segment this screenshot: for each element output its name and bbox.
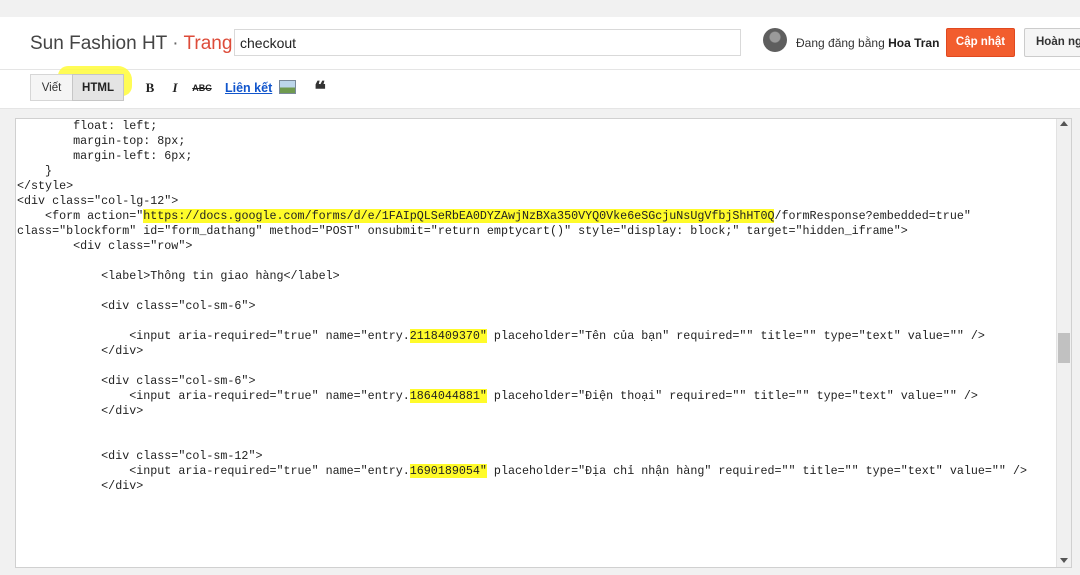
blog-name-text: Sun Fashion HT [30, 33, 167, 54]
code-text: <input aria-required="true" name="entry. [17, 464, 410, 478]
scroll-down-arrow-icon[interactable] [1060, 558, 1068, 563]
scroll-up-arrow-icon[interactable] [1060, 121, 1068, 126]
code-text: margin-left: 6px; [17, 149, 193, 163]
user-avatar[interactable] [763, 28, 787, 52]
code-line: </div> [17, 479, 143, 494]
code-line: <label>Thông tin giao hàng</label> [17, 269, 340, 284]
tab-html[interactable]: HTML [72, 74, 124, 101]
highlighted-code: 1690189054" [409, 464, 487, 478]
code-text: </div> [17, 479, 144, 493]
code-text: placeholder="Tên của bạn" required="" ti… [486, 329, 985, 343]
quote-icon[interactable]: ❝ [312, 79, 328, 101]
code-text: <div class="col-sm-6"> [17, 299, 256, 313]
code-line: <input aria-required="true" name="entry.… [17, 389, 978, 404]
code-line: margin-left: 6px; [17, 149, 192, 164]
code-text: <div class="row"> [17, 239, 193, 253]
code-line: <div class="col-lg-12"> [17, 194, 178, 209]
code-text: <form action=" [17, 209, 144, 223]
code-text: </div> [17, 344, 144, 358]
code-text: <div class="col-lg-12"> [17, 194, 179, 208]
code-text: <input aria-required="true" name="entry. [17, 389, 410, 403]
code-line: <input aria-required="true" name="entry.… [17, 329, 985, 344]
code-text: </div> [17, 404, 144, 418]
code-text: class="blockform" id="form_dathang" meth… [17, 224, 908, 238]
code-line: <input aria-required="true" name="entry.… [17, 464, 1027, 479]
code-line: margin-top: 8px; [17, 134, 185, 149]
code-line: </style> [17, 179, 73, 194]
code-line: float: left; [17, 119, 157, 134]
code-line: <form action="https://docs.google.com/fo… [17, 209, 971, 224]
update-button[interactable]: Cập nhật [946, 28, 1015, 57]
signed-in-prefix: Đang đăng bằng [796, 36, 889, 50]
code-line: </div> [17, 344, 143, 359]
code-text: <div class="col-sm-12"> [17, 449, 263, 463]
code-line: class="blockform" id="form_dathang" meth… [17, 224, 908, 239]
title-separator: · [166, 33, 184, 54]
highlighted-code: https://docs.google.com/forms/d/e/1FAIpQ… [143, 209, 775, 223]
code-text: placeholder="Địa chỉ nhận hàng" required… [486, 464, 1027, 478]
code-line: <div class="row"> [17, 239, 192, 254]
code-text: margin-top: 8px; [17, 134, 186, 148]
code-line: <div class="col-sm-12"> [17, 449, 262, 464]
code-text: placeholder="Điện thoại" required="" tit… [486, 389, 978, 403]
scrollbar-thumb[interactable] [1058, 333, 1070, 363]
strikethrough-icon[interactable]: ABC [192, 79, 212, 97]
html-editor[interactable]: float: left; margin-top: 8px; margin-lef… [15, 118, 1072, 568]
code-text: } [17, 164, 53, 178]
post-kind-label: Trang [183, 33, 233, 54]
italic-icon[interactable]: I [168, 79, 182, 97]
signed-in-status: Đang đăng bằng Hoa Tran [796, 36, 939, 50]
highlighted-code: 2118409370" [409, 329, 487, 343]
tab-compose[interactable]: Viết [30, 74, 73, 101]
editor-header: Sun Fashion HT · Trang Đang đăng bằng Ho… [0, 17, 1080, 70]
code-line: <div class="col-sm-6"> [17, 299, 255, 314]
blog-title[interactable]: Sun Fashion HT · Trang [30, 33, 232, 55]
browser-top-strip [0, 0, 1080, 17]
code-line: } [17, 164, 52, 179]
post-title-input[interactable] [234, 29, 741, 56]
insert-link-button[interactable]: Liên kết [225, 79, 272, 97]
code-text: </style> [17, 179, 74, 193]
code-line: <div class="col-sm-6"> [17, 374, 255, 389]
code-text: <div class="col-sm-6"> [17, 374, 256, 388]
bold-icon[interactable]: B [143, 79, 157, 97]
editor-toolbar: Viết HTML B I ABC Liên kết ❝ [0, 66, 1080, 109]
editor-scrollbar[interactable] [1056, 119, 1071, 567]
highlighted-code: 1864044881" [409, 389, 487, 403]
code-text: <label>Thông tin giao hàng</label> [17, 269, 340, 283]
done-button[interactable]: Hoàn ng [1024, 28, 1080, 57]
code-line: </div> [17, 404, 143, 419]
user-name: Hoa Tran [888, 36, 940, 50]
image-icon[interactable] [279, 80, 296, 94]
code-text: float: left; [17, 119, 158, 133]
code-text: <input aria-required="true" name="entry. [17, 329, 410, 343]
code-text: /formResponse?embedded=true" [774, 209, 971, 223]
